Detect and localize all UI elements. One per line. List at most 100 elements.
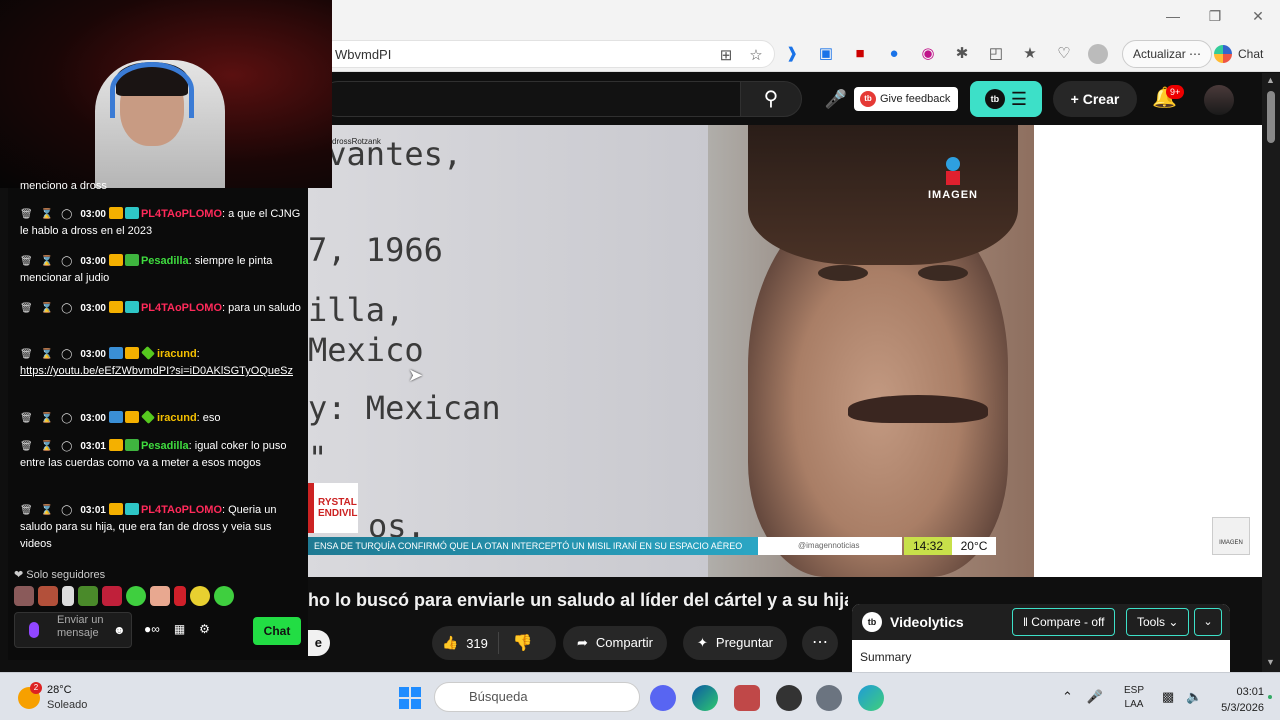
chat-link[interactable]: https://youtu.be/eEfZWbvmdPI?si=iD0AKlSG… bbox=[20, 365, 293, 377]
page-scrollbar[interactable]: ▲ ▼ bbox=[1262, 73, 1280, 672]
emote-icon[interactable] bbox=[150, 586, 170, 606]
delete-icon[interactable]: 🗑 bbox=[20, 441, 33, 452]
like-button[interactable]: 👍 319 bbox=[432, 632, 499, 654]
tray-mic-icon[interactable]: 🎤 bbox=[1087, 689, 1103, 705]
split-screen-icon[interactable]: ◰ bbox=[986, 44, 1006, 64]
chat-username[interactable]: iracund bbox=[157, 412, 197, 424]
settings-gear-icon[interactable]: ⚙ bbox=[199, 622, 210, 636]
volume-icon[interactable]: 🔈 bbox=[1186, 689, 1202, 705]
chat-send-button[interactable]: Chat bbox=[253, 617, 301, 645]
favorite-star-icon[interactable]: ☆ bbox=[746, 46, 766, 66]
timeout-icon[interactable]: ⌛ bbox=[41, 256, 53, 267]
emote-icon[interactable] bbox=[190, 586, 210, 606]
emote-icon[interactable] bbox=[62, 586, 74, 606]
settings-app-icon[interactable] bbox=[816, 685, 842, 711]
dislike-button[interactable]: 👎 bbox=[499, 633, 547, 653]
read-aloud-icon[interactable]: ❱ bbox=[782, 44, 802, 64]
chat-username[interactable]: Pesadilla bbox=[141, 255, 189, 267]
emoji-icon[interactable]: ☻ bbox=[113, 623, 126, 637]
chat-username[interactable]: PL4TAoPLOMO bbox=[141, 504, 222, 516]
emote-icon[interactable] bbox=[174, 586, 186, 606]
emote-icon[interactable] bbox=[214, 586, 234, 606]
edge-beta-icon[interactable] bbox=[858, 685, 884, 711]
voice-search-icon[interactable]: 🎤 bbox=[820, 83, 852, 115]
search-button[interactable]: ⚲ bbox=[740, 81, 802, 117]
account-avatar[interactable] bbox=[1204, 85, 1234, 115]
ban-icon[interactable]: ◯ bbox=[61, 256, 72, 267]
favorites-icon[interactable]: ★ bbox=[1020, 44, 1040, 64]
delete-icon[interactable]: 🗑 bbox=[20, 303, 33, 314]
share-button[interactable]: ➦ Compartir bbox=[563, 626, 667, 660]
scroll-thumb[interactable] bbox=[1267, 91, 1275, 143]
shield-extension-icon[interactable]: ◉ bbox=[918, 44, 938, 64]
chat-username[interactable]: Pesadilla bbox=[141, 440, 189, 452]
ask-button[interactable]: ✦ Preguntar bbox=[683, 626, 787, 660]
emote-icon[interactable] bbox=[126, 586, 146, 606]
video-player[interactable]: drossRotzank rvantes, 7, 1966 illa, Mexi… bbox=[308, 125, 1262, 577]
ban-icon[interactable]: ◯ bbox=[61, 441, 72, 452]
delete-icon[interactable]: 🗑 bbox=[20, 209, 33, 220]
timeout-icon[interactable]: ⌛ bbox=[41, 349, 53, 360]
emote-icon[interactable] bbox=[38, 586, 58, 606]
emote-icon[interactable] bbox=[14, 586, 34, 606]
collapse-chevron-icon[interactable]: ⌄ bbox=[1194, 608, 1222, 636]
ban-icon[interactable]: ◯ bbox=[61, 303, 72, 314]
ban-icon[interactable]: ◯ bbox=[61, 349, 72, 360]
weather-condition[interactable]: Soleado bbox=[47, 699, 87, 711]
screenshot-icon[interactable]: ▣ bbox=[816, 44, 836, 64]
delete-icon[interactable]: 🗑 bbox=[20, 349, 33, 360]
weather-temperature[interactable]: 28°C bbox=[47, 684, 72, 696]
language-indicator[interactable]: ESP LAA bbox=[1124, 684, 1144, 712]
search-input[interactable] bbox=[320, 81, 740, 117]
close-window-button[interactable]: ✕ bbox=[1243, 8, 1273, 25]
obs-icon[interactable] bbox=[776, 685, 802, 711]
emote-icon[interactable] bbox=[102, 586, 122, 606]
maximize-button[interactable]: ❐ bbox=[1200, 8, 1230, 25]
tubebuddy-menu-button[interactable]: tb ☰ bbox=[970, 81, 1042, 117]
ban-icon[interactable]: ◯ bbox=[61, 209, 72, 220]
extension-icon[interactable]: ■ bbox=[850, 44, 870, 64]
tools-dropdown[interactable]: Tools ⌄ bbox=[1126, 608, 1190, 636]
health-icon[interactable]: ♡ bbox=[1054, 44, 1074, 64]
create-button[interactable]: + Crear bbox=[1053, 81, 1137, 117]
update-button[interactable]: Actualizar ⋯ bbox=[1122, 40, 1213, 68]
delete-icon[interactable]: 🗑 bbox=[20, 256, 33, 267]
chat-mic-icon[interactable] bbox=[29, 622, 39, 638]
compare-toggle-button[interactable]: ‖ Compare - off bbox=[1012, 608, 1116, 636]
profile-avatar[interactable] bbox=[1088, 44, 1108, 64]
taskbar-clock[interactable]: 03:01 5/3/2026 bbox=[1220, 684, 1264, 716]
scroll-up-arrow-icon[interactable]: ▲ bbox=[1266, 75, 1275, 85]
delete-icon[interactable]: 🗑 bbox=[20, 413, 33, 424]
copilot-chat-button[interactable]: Chat bbox=[1214, 42, 1263, 66]
tray-chevron-icon[interactable]: ⌃ bbox=[1062, 689, 1073, 705]
timeout-icon[interactable]: ⌛ bbox=[41, 441, 53, 452]
store-icon[interactable]: ▦ bbox=[174, 622, 185, 636]
network-icon[interactable]: ▩ bbox=[1162, 689, 1174, 705]
minimize-button[interactable]: — bbox=[1158, 8, 1188, 24]
timeout-icon[interactable]: ⌛ bbox=[41, 505, 53, 516]
scroll-down-arrow-icon[interactable]: ▼ bbox=[1266, 657, 1275, 667]
telegram-icon[interactable] bbox=[734, 685, 760, 711]
emote-icon[interactable] bbox=[78, 586, 98, 606]
chat-username[interactable]: iracund bbox=[157, 348, 197, 360]
timeout-icon[interactable]: ⌛ bbox=[41, 303, 53, 314]
chat-message-input[interactable]: Enviar un mensaje ☻ bbox=[14, 612, 132, 648]
chat-username[interactable]: PL4TAoPLOMO bbox=[141, 302, 222, 314]
more-actions-button[interactable]: ⋯ bbox=[802, 626, 838, 660]
chat-username[interactable]: PL4TAoPLOMO bbox=[141, 208, 222, 220]
start-windows-icon[interactable] bbox=[399, 687, 421, 709]
address-bar[interactable]: WbvmdPI ⊞ ☆ bbox=[320, 40, 775, 68]
timeout-icon[interactable]: ⌛ bbox=[41, 413, 53, 424]
bits-icon[interactable]: ●∞ bbox=[144, 622, 160, 636]
taskbar-search-box[interactable]: Búsqueda bbox=[434, 682, 640, 712]
ban-icon[interactable]: ◯ bbox=[61, 505, 72, 516]
give-feedback-button[interactable]: tb Give feedback bbox=[854, 87, 959, 111]
delete-icon[interactable]: 🗑 bbox=[20, 505, 33, 516]
address-text[interactable]: WbvmdPI bbox=[335, 47, 391, 62]
ban-icon[interactable]: ◯ bbox=[61, 413, 72, 424]
edge-icon[interactable] bbox=[692, 685, 718, 711]
timeout-icon[interactable]: ⌛ bbox=[41, 209, 53, 220]
discord-icon[interactable] bbox=[650, 685, 676, 711]
messenger-icon[interactable]: ● bbox=[884, 44, 904, 64]
apps-icon[interactable]: ⊞ bbox=[716, 46, 736, 66]
